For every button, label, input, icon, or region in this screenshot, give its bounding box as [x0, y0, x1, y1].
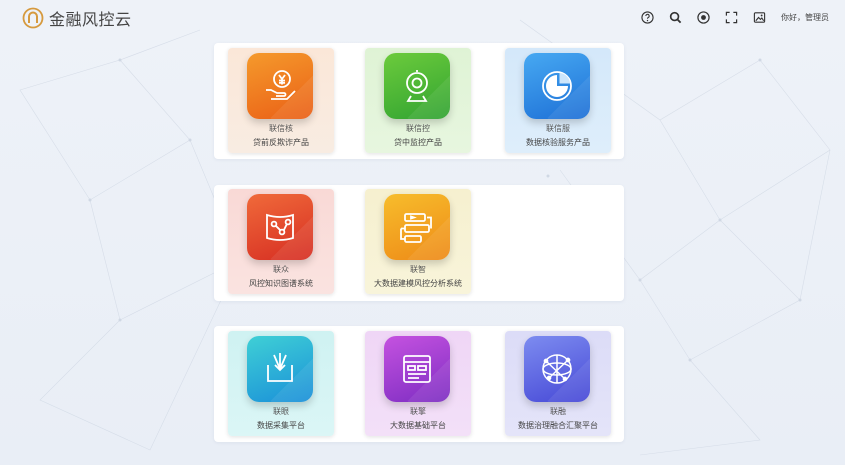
webcam-icon: [384, 53, 450, 119]
image-icon[interactable]: [751, 9, 767, 25]
card-name: 联擎: [410, 407, 426, 416]
card-lianyan[interactable]: 联眼 数据采集平台: [228, 331, 334, 436]
logo[interactable]: 金融风控云: [22, 6, 132, 30]
card-desc: 大数据基础平台: [390, 421, 446, 430]
card-lianrong[interactable]: 联融 数据治理融合汇聚平台: [505, 331, 611, 436]
top-bar: 金融风控云 你好，管理员: [0, 0, 845, 34]
card-lianzhong[interactable]: 联众 风控知识图谱系统: [228, 189, 334, 294]
app-title: 金融风控云: [49, 10, 132, 29]
product-panel-3: 联眼 数据采集平台 联擎 大数据基础平台 联融 数据治理融合汇聚平台: [214, 326, 624, 442]
search-icon[interactable]: [667, 9, 683, 25]
card-desc: 贷前反欺诈产品: [253, 138, 309, 147]
user-greeting[interactable]: 你好，管理员: [781, 12, 829, 23]
card-lianzhi[interactable]: 联智 大数据建模风控分析系统: [365, 189, 471, 294]
card-lianxinkong[interactable]: 联信控 贷中监控产品: [365, 48, 471, 153]
globe-icon: [524, 336, 590, 402]
fullscreen-icon[interactable]: [723, 9, 739, 25]
card-desc: 贷中监控产品: [394, 138, 442, 147]
logo-mark-icon: [22, 7, 44, 29]
card-name: 联信核: [269, 124, 293, 133]
card-lianxinhe[interactable]: 联信核 贷前反欺诈产品: [228, 48, 334, 153]
dashboard-icon: [384, 336, 450, 402]
card-name: 联信服: [546, 124, 570, 133]
card-lianxinfu[interactable]: 联信服 数据核验服务产品: [505, 48, 611, 153]
card-name: 联众: [273, 265, 289, 274]
collect-icon: [247, 336, 313, 402]
card-name: 联信控: [406, 124, 430, 133]
card-name: 联融: [550, 407, 566, 416]
knowledge-graph-icon: [247, 194, 313, 260]
product-panel-1: 联信核 贷前反欺诈产品 联信控 贷中监控产品 联信服 数据核验服务产品: [214, 43, 624, 159]
card-lianqing[interactable]: 联擎 大数据基础平台: [365, 331, 471, 436]
toolbar: 你好，管理员: [639, 9, 829, 25]
modeling-icon: [384, 194, 450, 260]
card-desc: 风控知识图谱系统: [249, 279, 313, 288]
card-name: 联眼: [273, 407, 289, 416]
card-desc: 数据采集平台: [257, 421, 305, 430]
product-panel-2: 联众 风控知识图谱系统 联智 大数据建模风控分析系统: [214, 185, 624, 301]
card-name: 联智: [410, 265, 426, 274]
card-desc: 数据核验服务产品: [526, 138, 590, 147]
help-icon[interactable]: [639, 9, 655, 25]
card-desc: 大数据建模风控分析系统: [374, 279, 462, 288]
pie-chart-icon: [524, 53, 590, 119]
play-icon[interactable]: [695, 9, 711, 25]
yen-hand-icon: [247, 53, 313, 119]
card-desc: 数据治理融合汇聚平台: [518, 421, 598, 430]
